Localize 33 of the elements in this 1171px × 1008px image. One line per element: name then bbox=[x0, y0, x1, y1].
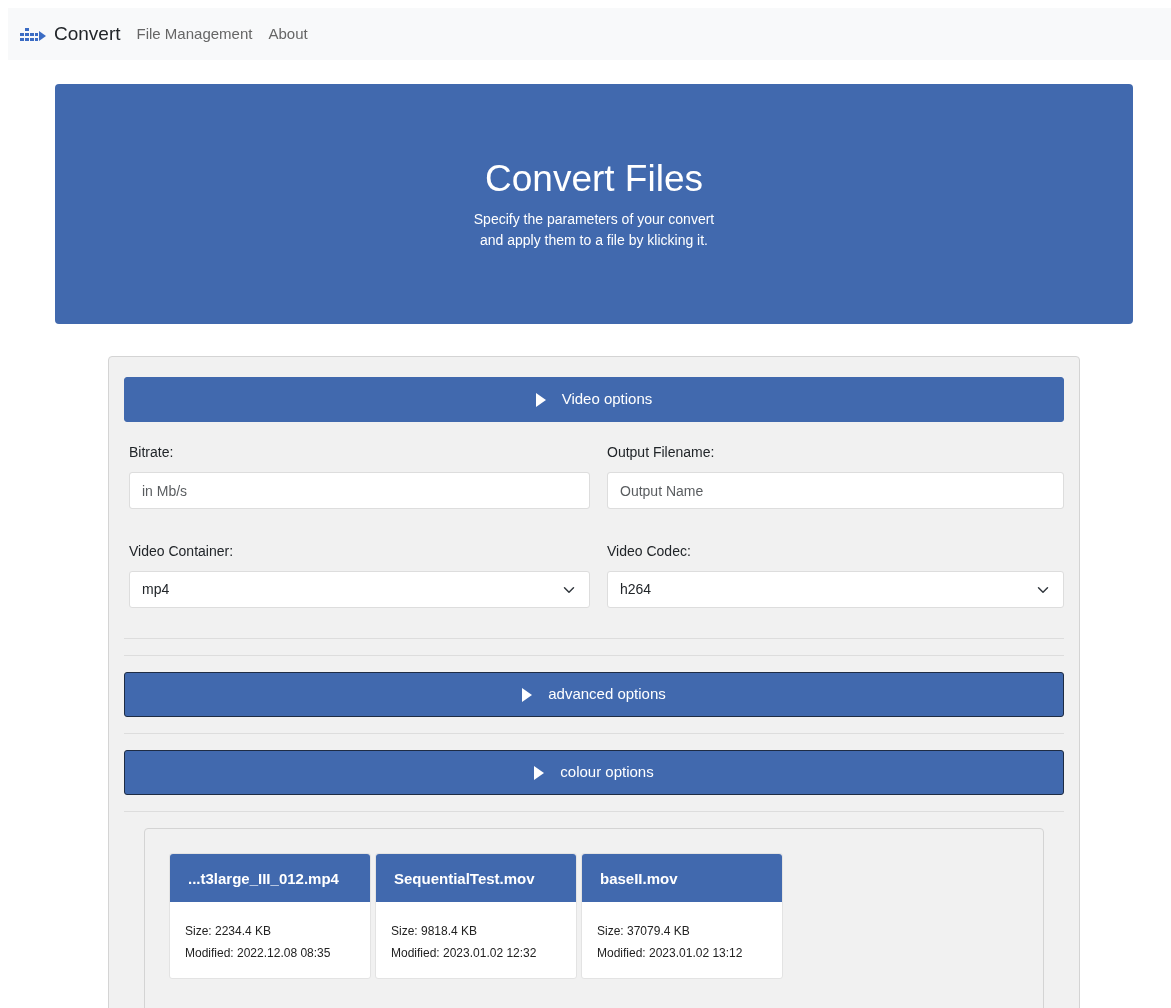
triangle-icon bbox=[534, 765, 545, 780]
file-size: Size: 37079.4 KB bbox=[597, 923, 691, 940]
file-modified: Modified: 2023.01.02 13:12 bbox=[597, 945, 744, 962]
section-toggle-button[interactable]: Video options bbox=[124, 377, 1064, 422]
page-title: Convert Files bbox=[485, 156, 703, 201]
select-field[interactable]: mp4 bbox=[129, 571, 590, 608]
field-label: Video Container: bbox=[129, 542, 235, 561]
nav-link[interactable]: File Management bbox=[136, 22, 253, 46]
subtitle-text: Specify the parameters of your convert bbox=[473, 210, 715, 230]
input-field[interactable]: Output Name bbox=[607, 472, 1064, 509]
input-field[interactable]: in Mb/s bbox=[129, 472, 590, 509]
section-toggle-button[interactable]: advanced options bbox=[124, 672, 1064, 717]
file-modified: Modified: 2022.12.08 08:35 bbox=[185, 945, 332, 962]
file-modified: Modified: 2023.01.02 12:32 bbox=[391, 945, 538, 962]
field-label: Output Filename: bbox=[607, 443, 716, 462]
file-name: SequentialTest.mov bbox=[376, 854, 576, 902]
select-field[interactable]: h264 bbox=[607, 571, 1064, 608]
file-card[interactable]: SequentialTest.mov Size: 9818.4 KB Modified: 2023.01.02 12:32 bbox=[375, 853, 577, 979]
field-label: Bitrate: bbox=[129, 443, 175, 462]
field-label: Video Codec: bbox=[607, 542, 692, 561]
file-size: Size: 9818.4 KB bbox=[391, 923, 479, 940]
file-name: ...t3large_III_012.mp4 bbox=[170, 854, 370, 902]
triangle-icon bbox=[535, 392, 546, 407]
file-card[interactable]: ...t3large_III_012.mp4 Size: 2234.4 KB Modified: 2022.12.08 08:35 bbox=[169, 853, 371, 979]
nav-link[interactable]: About bbox=[268, 22, 308, 46]
section-toggle-button[interactable]: colour options bbox=[124, 750, 1064, 795]
brand-link[interactable]: Convert bbox=[54, 19, 121, 49]
subtitle-text: and apply them to a file by klicking it. bbox=[479, 231, 709, 251]
file-size: Size: 2234.4 KB bbox=[185, 923, 273, 940]
file-card[interactable]: baseII.mov Size: 37079.4 KB Modified: 2023.01.02 13:12 bbox=[581, 853, 783, 979]
logo-icon bbox=[20, 26, 46, 42]
triangle-icon bbox=[522, 687, 533, 702]
file-name: baseII.mov bbox=[582, 854, 782, 902]
